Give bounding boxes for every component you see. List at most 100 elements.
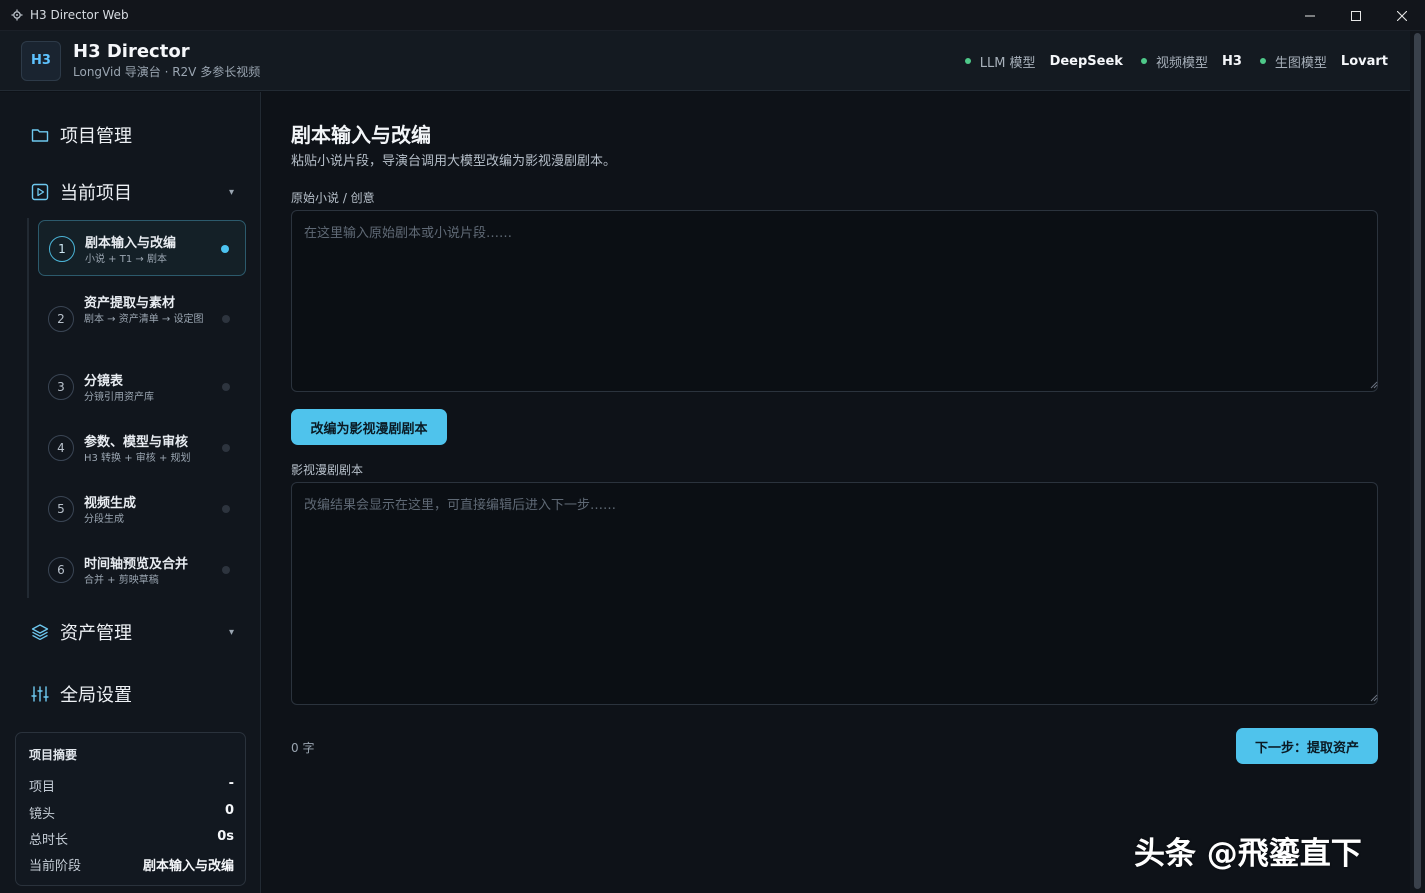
model-status-bar: LLM 模型 DeepSeek 视频模型 H3 生图模型 Lovart (947, 31, 1388, 91)
app-gear-icon (10, 8, 24, 22)
source-text-wrapper (262, 210, 1410, 392)
video-model-status: 视频模型 H3 (1140, 52, 1242, 71)
video-frame-icon (29, 181, 51, 203)
summary-row-project: 项目 - (29, 776, 234, 795)
model-label: 生图模型 (1274, 55, 1327, 71)
steps-rail (27, 218, 29, 598)
app-subtitle: LongVid 导演台 · R2V 多参长视频 (73, 64, 261, 79)
step-status-dot (222, 566, 230, 574)
step-status-dot (222, 444, 230, 452)
page-subtitle: 粘贴小说片段，导演台调用大模型改编为影视漫剧剧本。 (291, 154, 617, 169)
model-label: 视频模型 (1155, 55, 1208, 71)
step-number: 2 (48, 306, 74, 332)
main-panel: 剧本输入与改编 粘贴小说片段，导演台调用大模型改编为影视漫剧剧本。 原始小说 /… (262, 92, 1410, 893)
resize-grip-icon[interactable] (1370, 381, 1378, 389)
nav-global-settings[interactable]: 全局设置 (29, 681, 234, 707)
summary-key: 镜头 (29, 807, 56, 822)
step-desc: 剧本 → 资产清单 → 设定图 (84, 314, 204, 325)
model-value: H3 (1221, 53, 1242, 69)
step-title: 参数、模型与审核 (84, 435, 189, 450)
char-count: 0 字 (291, 741, 315, 755)
model-label: LLM 模型 (979, 55, 1036, 71)
step-title: 资产提取与素材 (84, 296, 176, 311)
app-logo: H3 (21, 40, 61, 81)
status-dot (1140, 58, 1147, 64)
step-status-dot (222, 315, 230, 323)
script-text-wrapper (262, 482, 1410, 705)
nav-project-management[interactable]: 项目管理 (29, 122, 234, 148)
script-output-input[interactable] (291, 482, 1378, 705)
chevron-down-icon: ▾ (228, 186, 234, 198)
step-title: 时间轴预览及合并 (84, 557, 189, 572)
status-dot (964, 58, 971, 64)
step-number: 1 (49, 236, 75, 262)
summary-value: 0s (217, 829, 234, 844)
brand: H3 Director LongVid 导演台 · R2V 多参长视频 (73, 41, 260, 81)
adapt-script-button[interactable]: 改编为影视漫剧剧本 (291, 409, 447, 445)
model-value: Lovart (1340, 53, 1388, 69)
step-desc: H3 转换 + 审核 + 规划 (84, 453, 191, 464)
step-title: 分镜表 (84, 374, 124, 389)
nav-label: 全局设置 (60, 685, 132, 706)
summary-row-stage: 当前阶段 剧本输入与改编 (29, 855, 234, 874)
step-desc: 分段生成 (84, 514, 124, 525)
close-button[interactable] (1379, 0, 1425, 31)
folder-icon (29, 124, 51, 146)
next-step-button[interactable]: 下一步：提取资产 (1236, 728, 1378, 764)
project-summary-card: 项目摘要 项目 - 镜头 0 总时长 0s 当前阶段 剧本输入与改编 (15, 732, 246, 886)
status-dot (1259, 58, 1266, 64)
nav-asset-management[interactable]: 资产管理 ▾ (29, 619, 234, 645)
nav-label: 当前项目 (60, 183, 132, 204)
summary-value: 剧本输入与改编 (142, 859, 234, 874)
step-desc: 分镜引用资产库 (84, 392, 154, 403)
sidebar: 项目管理 当前项目 ▾ 1 剧本输入与改编 小说 + T1 → 剧本 2 资产提… (0, 92, 261, 893)
source-text-input[interactable] (291, 210, 1378, 392)
nav-current-project[interactable]: 当前项目 ▾ (29, 179, 234, 205)
step-item-6[interactable]: 6 时间轴预览及合并 合并 + 剪映草稿 (38, 542, 246, 598)
minimize-icon (1305, 15, 1315, 16)
watermark: 头条 @飛鎏直下 (1134, 836, 1362, 872)
script-label: 影视漫剧剧本 (291, 463, 364, 477)
summary-key: 总时长 (29, 833, 69, 848)
step-desc: 小说 + T1 → 剧本 (85, 254, 167, 265)
scrollbar-thumb[interactable] (1414, 33, 1421, 889)
summary-row-shots: 镜头 0 (29, 803, 234, 822)
maximize-button[interactable] (1333, 0, 1379, 31)
nav-label: 项目管理 (60, 126, 132, 147)
llm-model-status: LLM 模型 DeepSeek (964, 52, 1123, 71)
chevron-down-icon: ▾ (228, 626, 234, 638)
image-model-status: 生图模型 Lovart (1259, 52, 1388, 71)
layers-icon (29, 621, 51, 643)
vertical-scrollbar[interactable] (1410, 31, 1425, 893)
model-value: DeepSeek (1049, 53, 1123, 69)
step-status-dot (222, 383, 230, 391)
minimize-button[interactable] (1287, 0, 1333, 31)
step-number: 4 (48, 435, 74, 461)
step-title: 剧本输入与改编 (85, 236, 177, 251)
summary-value: - (228, 776, 234, 791)
maximize-icon (1351, 10, 1361, 21)
step-number: 5 (48, 496, 74, 522)
summary-heading: 项目摘要 (29, 748, 78, 762)
step-item-3[interactable]: 3 分镜表 分镜引用资产库 (38, 359, 246, 415)
source-text-label: 原始小说 / 创意 (291, 191, 375, 205)
step-item-2[interactable]: 2 资产提取与素材 剧本 → 资产清单 → 设定图 (38, 282, 246, 338)
page-title: 剧本输入与改编 (291, 123, 431, 147)
step-number: 3 (48, 374, 74, 400)
window-title: H3 Director Web (30, 8, 129, 22)
step-number: 6 (48, 557, 74, 583)
summary-value: 0 (224, 803, 234, 818)
summary-row-duration: 总时长 0s (29, 829, 234, 848)
step-item-5[interactable]: 5 视频生成 分段生成 (38, 481, 246, 537)
step-item-4[interactable]: 4 参数、模型与审核 H3 转换 + 审核 + 规划 (38, 420, 246, 476)
window-titlebar: H3 Director Web (0, 0, 1425, 31)
app-title: H3 Director (73, 40, 190, 62)
resize-grip-icon[interactable] (1370, 694, 1378, 702)
nav-label: 资产管理 (60, 623, 132, 644)
step-item-1[interactable]: 1 剧本输入与改编 小说 + T1 → 剧本 (38, 220, 246, 276)
step-status-dot (222, 505, 230, 513)
sliders-icon (29, 683, 51, 705)
summary-key: 项目 (29, 780, 56, 795)
summary-key: 当前阶段 (29, 859, 82, 874)
app-header: H3 H3 Director LongVid 导演台 · R2V 多参长视频 L… (0, 31, 1410, 91)
